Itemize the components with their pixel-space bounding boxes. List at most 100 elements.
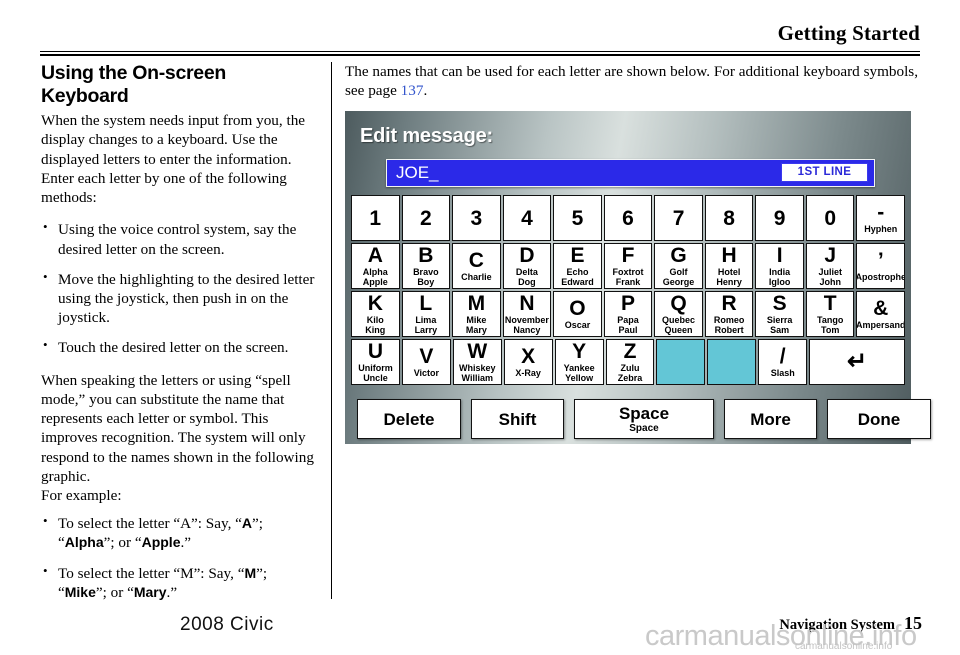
- list-item: Touch the desired letter on the screen.: [41, 337, 318, 357]
- key-glyph: &: [873, 296, 889, 320]
- example-a-word2: Apple: [141, 534, 181, 551]
- key-9[interactable]: 9: [755, 195, 804, 241]
- key-w[interactable]: W Whiskey William: [452, 339, 502, 385]
- key-u[interactable]: U Uniform Uncle: [351, 339, 400, 385]
- key-sublabel: India Igloo: [769, 267, 791, 287]
- key-sym[interactable]: - Hyphen: [856, 195, 906, 241]
- key-j[interactable]: J Juliet John: [805, 243, 855, 289]
- key-sublabel-line: Uncle: [363, 372, 388, 383]
- key-sublabel-line: X-Ray: [515, 367, 541, 378]
- key-sublabel: Tango Tom: [817, 315, 843, 335]
- key-sym[interactable]: / Slash: [758, 339, 808, 385]
- key-sublabel-line: Ampersand: [856, 319, 906, 330]
- key-q[interactable]: Q Quebec Queen: [654, 291, 703, 337]
- watermark-small: carmanualsonline.info: [795, 641, 893, 652]
- key-d[interactable]: D Delta Dog: [502, 243, 552, 289]
- key-p[interactable]: P Papa Paul: [603, 291, 653, 337]
- key-sublabel-line: Paul: [618, 324, 638, 335]
- key-enter[interactable]: ↵: [809, 339, 905, 385]
- key-sublabel-line: Zebra: [617, 372, 643, 383]
- line-indicator-badge[interactable]: 1ST LINE: [781, 163, 868, 182]
- key-glyph: I: [776, 243, 783, 267]
- command-label: Delete: [383, 409, 435, 429]
- key-r[interactable]: R Romeo Robert: [704, 291, 754, 337]
- for-example-label: For example:: [41, 486, 122, 504]
- example-m-pre: To select the letter “M”: Say, “: [58, 564, 245, 582]
- key-o[interactable]: O Oscar: [553, 291, 602, 337]
- key-e[interactable]: E Echo Edward: [553, 243, 602, 289]
- command-delete-button[interactable]: Delete: [357, 399, 461, 439]
- key-3[interactable]: 3: [452, 195, 501, 241]
- key-y[interactable]: Y Yankee Yellow: [554, 339, 604, 385]
- key-s[interactable]: S Sierra Sam: [755, 291, 804, 337]
- key-sublabel: Apostrophe: [857, 272, 904, 283]
- message-text-field[interactable]: JOE_ 1ST LINE: [386, 159, 875, 187]
- key-sublabel-line: Yellow: [565, 372, 594, 383]
- key-l[interactable]: L Lima Larry: [401, 291, 451, 337]
- key-z[interactable]: Z Zulu Zebra: [605, 339, 655, 385]
- key-sublabel-line: Tom: [821, 324, 840, 335]
- command-more-button[interactable]: More: [724, 399, 817, 439]
- key-sublabel-line: Victor: [413, 367, 440, 378]
- key-glyph: S: [772, 291, 787, 315]
- key-m[interactable]: M Mike Mary: [452, 291, 501, 337]
- command-done-button[interactable]: Done: [827, 399, 931, 439]
- key-h[interactable]: H Hotel Henry: [704, 243, 754, 289]
- key-5[interactable]: 5: [553, 195, 602, 241]
- key-sym[interactable]: ’ Apostrophe: [856, 243, 906, 289]
- key-sublabel: Echo Edward: [561, 267, 594, 287]
- section-heading: Using the On-screen Keyboard: [41, 62, 227, 107]
- key-sublabel: November Nancy: [505, 315, 549, 335]
- key-sublabel: Whiskey William: [459, 363, 496, 383]
- key-glyph: C: [468, 248, 484, 272]
- key-sublabel: Quebec Queen: [662, 315, 695, 335]
- key-t[interactable]: T Tango Tom: [805, 291, 855, 337]
- command-space-button[interactable]: Space Space: [574, 399, 714, 439]
- key-sublabel: Victor: [413, 367, 440, 379]
- key-4[interactable]: 4: [502, 195, 552, 241]
- key-glyph: W: [467, 339, 488, 363]
- key-glyph: 2: [419, 206, 432, 230]
- key-a[interactable]: A Alpha Apple: [351, 243, 400, 289]
- right-intro-pre: The names that can be used for each lett…: [345, 63, 919, 100]
- key-8[interactable]: 8: [704, 195, 754, 241]
- key-b[interactable]: B Bravo Boy: [401, 243, 451, 289]
- key-sublabel-line: Dog: [518, 276, 536, 287]
- key-f[interactable]: F Foxtrot Frank: [603, 243, 653, 289]
- key-glyph: 4: [521, 206, 533, 230]
- key-glyph: ’: [877, 248, 884, 272]
- key-1[interactable]: 1: [351, 195, 400, 241]
- key-sym[interactable]: & Ampersand: [856, 291, 906, 337]
- key-glyph: ↵: [847, 348, 868, 375]
- key-glyph: X: [521, 344, 536, 368]
- example-bullet-list: To select the letter “A”: Say, “A”; “Alp…: [41, 513, 318, 602]
- key-glyph: N: [519, 291, 535, 315]
- key-7[interactable]: 7: [654, 195, 703, 241]
- key-sublabel-line: Slash: [770, 367, 795, 378]
- key-0[interactable]: 0: [805, 195, 855, 241]
- key-sublabel: Romeo Robert: [714, 315, 745, 335]
- key-glyph: J: [824, 243, 837, 267]
- key-sublabel-line: Mary: [465, 324, 487, 335]
- key-n[interactable]: N November Nancy: [502, 291, 552, 337]
- key-sublabel-line: Larry: [414, 324, 438, 335]
- key-k[interactable]: K Kilo King: [351, 291, 400, 337]
- key-sublabel: Golf George: [663, 267, 695, 287]
- command-shift-button[interactable]: Shift: [471, 399, 564, 439]
- key-v[interactable]: V Victor: [401, 339, 451, 385]
- example-a-letter: A: [241, 515, 253, 532]
- key-6[interactable]: 6: [603, 195, 653, 241]
- key-glyph: /: [779, 344, 786, 368]
- page-reference-link[interactable]: 137: [401, 82, 424, 99]
- key-blank: [707, 339, 757, 385]
- key-c[interactable]: C Charlie: [452, 243, 501, 289]
- key-row: A Alpha Apple B Bravo Boy C Charlie D Delta Dog E Ec…: [350, 242, 906, 290]
- key-i[interactable]: I India Igloo: [755, 243, 804, 289]
- key-glyph: L: [419, 291, 433, 315]
- key-sublabel-line: Queen: [664, 324, 693, 335]
- key-x[interactable]: X X-Ray: [503, 339, 553, 385]
- key-g[interactable]: G Golf George: [654, 243, 703, 289]
- key-2[interactable]: 2: [401, 195, 451, 241]
- key-sublabel-line: Henry: [716, 276, 742, 287]
- key-sublabel: Bravo Boy: [413, 267, 439, 287]
